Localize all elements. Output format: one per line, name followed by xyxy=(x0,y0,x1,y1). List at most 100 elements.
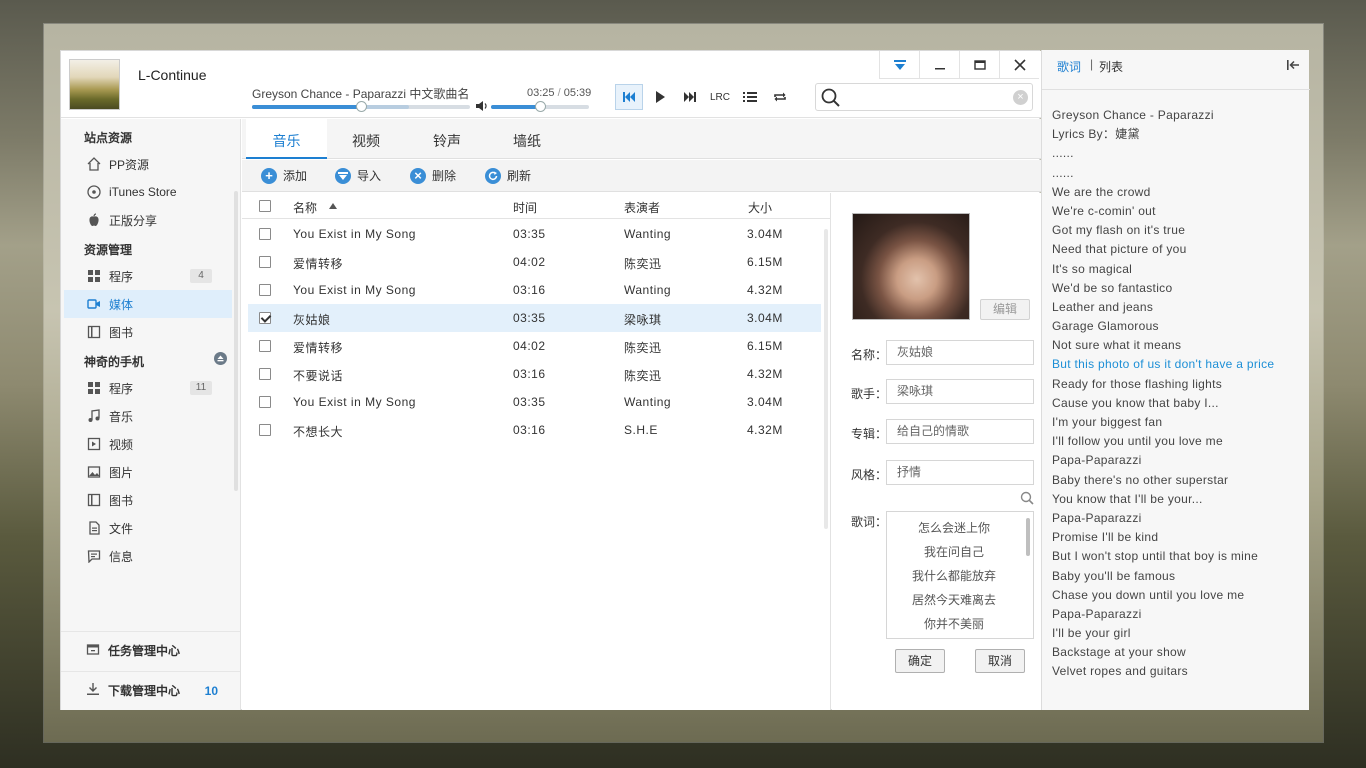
row-checkbox[interactable] xyxy=(259,368,271,380)
table-row[interactable]: 爱情转移 04:02 陈奕迅 6.15M xyxy=(248,248,821,276)
collapse-panel-icon[interactable] xyxy=(1286,58,1300,72)
table-row[interactable]: 不要说话 03:16 陈奕迅 4.32M xyxy=(248,360,821,388)
lrc-button[interactable]: LRC xyxy=(705,84,735,110)
lyric-line[interactable]: I'm your biggest fan xyxy=(1052,413,1307,432)
table-row[interactable]: You Exist in My Song 03:35 Wanting 3.04M xyxy=(248,220,821,248)
edit-button[interactable]: 编辑 xyxy=(980,299,1030,320)
row-checkbox[interactable] xyxy=(259,284,271,296)
lyric-line[interactable]: Got my flash on it's true xyxy=(1052,221,1307,240)
sidebar-item-pp-resources[interactable]: PP资源 xyxy=(64,150,232,178)
lyric-line[interactable]: Chase you down until you love me xyxy=(1052,586,1307,605)
lyrics-list[interactable]: Greyson Chance - Paparazzi Lyrics By：婕黛..… xyxy=(1052,106,1307,682)
table-scrollbar[interactable] xyxy=(824,229,828,529)
lyric-line[interactable]: Leather and jeans xyxy=(1052,298,1307,317)
lyric-line[interactable]: We're c-comin' out xyxy=(1052,202,1307,221)
tab-video[interactable]: 视频 xyxy=(331,119,401,159)
lyric-line[interactable]: Need that picture of you xyxy=(1052,240,1307,259)
next-button[interactable] xyxy=(676,84,704,110)
lyric-line[interactable]: ...... xyxy=(1052,144,1307,163)
confirm-button[interactable]: 确定 xyxy=(895,649,945,673)
progress-handle[interactable] xyxy=(356,101,367,112)
sidebar-item-phone-books[interactable]: 图书 xyxy=(64,486,232,514)
lyric-line[interactable]: I'll follow you until you love me xyxy=(1052,432,1307,451)
repeat-button[interactable] xyxy=(766,84,794,110)
lyric-line[interactable]: Lyrics By：婕黛 xyxy=(1052,125,1307,144)
download-manager-button[interactable]: 下载管理中心 10 xyxy=(61,671,240,709)
menu-dropdown-button[interactable] xyxy=(879,51,919,79)
column-artist[interactable]: 表演者 xyxy=(624,199,660,216)
delete-button[interactable]: × 删除 xyxy=(410,167,456,184)
lyric-line[interactable]: Velvet ropes and guitars xyxy=(1052,662,1307,681)
cancel-button[interactable]: 取消 xyxy=(975,649,1025,673)
tab-lyrics[interactable]: 歌词 xyxy=(1057,58,1081,75)
lyric-line[interactable]: It's so magical xyxy=(1052,260,1307,279)
volume-icon[interactable] xyxy=(475,100,489,112)
lyric-line[interactable]: Papa-Paparazzi xyxy=(1052,509,1307,528)
sidebar-item-music[interactable]: 音乐 xyxy=(64,402,232,430)
lyrics-editor[interactable]: 怎么会迷上你 我在问自己 我什么都能放弃 居然今天难离去 你并不美丽 xyxy=(886,511,1034,639)
sidebar-item-itunes-store[interactable]: iTunes Store xyxy=(64,178,232,206)
lyric-line[interactable]: Ready for those flashing lights xyxy=(1052,375,1307,394)
username[interactable]: L-Continue xyxy=(138,67,207,83)
lyrics-search-icon[interactable] xyxy=(1020,491,1034,505)
maximize-button[interactable] xyxy=(959,51,999,79)
sidebar-item-apps[interactable]: 程序 4 xyxy=(64,262,232,290)
tab-ringtone[interactable]: 铃声 xyxy=(412,119,482,159)
sidebar-item-videos[interactable]: 视频 xyxy=(64,430,232,458)
lyric-line[interactable]: You know that I'll be your... xyxy=(1052,490,1307,509)
lyric-line[interactable]: I'll be your girl xyxy=(1052,624,1307,643)
album-cover[interactable] xyxy=(69,59,120,110)
column-time[interactable]: 时间 xyxy=(513,199,537,216)
playlist-button[interactable] xyxy=(736,84,764,110)
tab-music[interactable]: 音乐 xyxy=(246,119,327,159)
column-name[interactable]: 名称 xyxy=(293,199,317,216)
clear-search-icon[interactable]: × xyxy=(1013,90,1028,105)
minimize-button[interactable] xyxy=(919,51,959,79)
album-field[interactable]: 给自己的情歌 xyxy=(886,419,1034,444)
lyric-line[interactable]: Backstage at your show xyxy=(1052,643,1307,662)
name-field[interactable]: 灰姑娘 xyxy=(886,340,1034,365)
singer-field[interactable]: 梁咏琪 xyxy=(886,379,1034,404)
lyric-line[interactable]: Not sure what it means xyxy=(1052,336,1307,355)
sidebar-item-phone-apps[interactable]: 程序 11 xyxy=(64,374,232,402)
current-lyric-line[interactable]: But this photo of us it don't have a pri… xyxy=(1052,355,1307,374)
sort-ascending-icon[interactable] xyxy=(329,203,337,209)
refresh-button[interactable]: 刷新 xyxy=(485,167,531,184)
lyric-line[interactable]: Cause you know that baby I... xyxy=(1052,394,1307,413)
lyrics-scrollbar[interactable] xyxy=(1026,518,1030,556)
lyric-line[interactable]: Greyson Chance - Paparazzi xyxy=(1052,106,1307,125)
lyric-line[interactable]: ...... xyxy=(1052,164,1307,183)
sidebar-scrollbar[interactable] xyxy=(234,191,238,491)
import-button[interactable]: 导入 xyxy=(335,167,381,184)
row-checkbox[interactable] xyxy=(259,396,271,408)
volume-handle[interactable] xyxy=(535,101,546,112)
lyric-line[interactable]: Promise I'll be kind xyxy=(1052,528,1307,547)
row-checkbox[interactable] xyxy=(259,340,271,352)
volume-slider[interactable] xyxy=(491,101,589,112)
previous-button[interactable] xyxy=(615,84,643,110)
sidebar-item-media[interactable]: 媒体 xyxy=(64,290,232,318)
sidebar-item-files[interactable]: 文件 xyxy=(64,514,232,542)
style-field[interactable]: 抒情 xyxy=(886,460,1034,485)
lyric-line[interactable]: Garage Glamorous xyxy=(1052,317,1307,336)
column-size[interactable]: 大小 xyxy=(748,199,772,216)
table-row[interactable]: You Exist in My Song 03:16 Wanting 4.32M xyxy=(248,276,821,304)
row-checkbox[interactable] xyxy=(259,424,271,436)
add-button[interactable]: + 添加 xyxy=(261,167,307,184)
table-row[interactable]: 灰姑娘 03:35 梁咏琪 3.04M xyxy=(248,304,821,332)
lyric-line[interactable]: Papa-Paparazzi xyxy=(1052,451,1307,470)
table-row[interactable]: 爱情转移 04:02 陈奕迅 6.15M xyxy=(248,332,821,360)
tab-wallpaper[interactable]: 墙纸 xyxy=(492,119,562,159)
sidebar-item-books[interactable]: 图书 xyxy=(64,318,232,346)
row-checkbox[interactable] xyxy=(259,256,271,268)
lyric-line[interactable]: Baby you'll be famous xyxy=(1052,567,1307,586)
lyric-line[interactable]: We are the crowd xyxy=(1052,183,1307,202)
table-row[interactable]: You Exist in My Song 03:35 Wanting 3.04M xyxy=(248,388,821,416)
play-button[interactable] xyxy=(646,84,674,110)
sidebar-item-licensed-share[interactable]: 正版分享 xyxy=(64,206,232,234)
lyric-line[interactable]: Papa-Paparazzi xyxy=(1052,605,1307,624)
sidebar-item-pictures[interactable]: 图片 xyxy=(64,458,232,486)
close-button[interactable] xyxy=(999,51,1039,79)
row-checkbox[interactable] xyxy=(259,312,271,324)
row-checkbox[interactable] xyxy=(259,228,271,240)
